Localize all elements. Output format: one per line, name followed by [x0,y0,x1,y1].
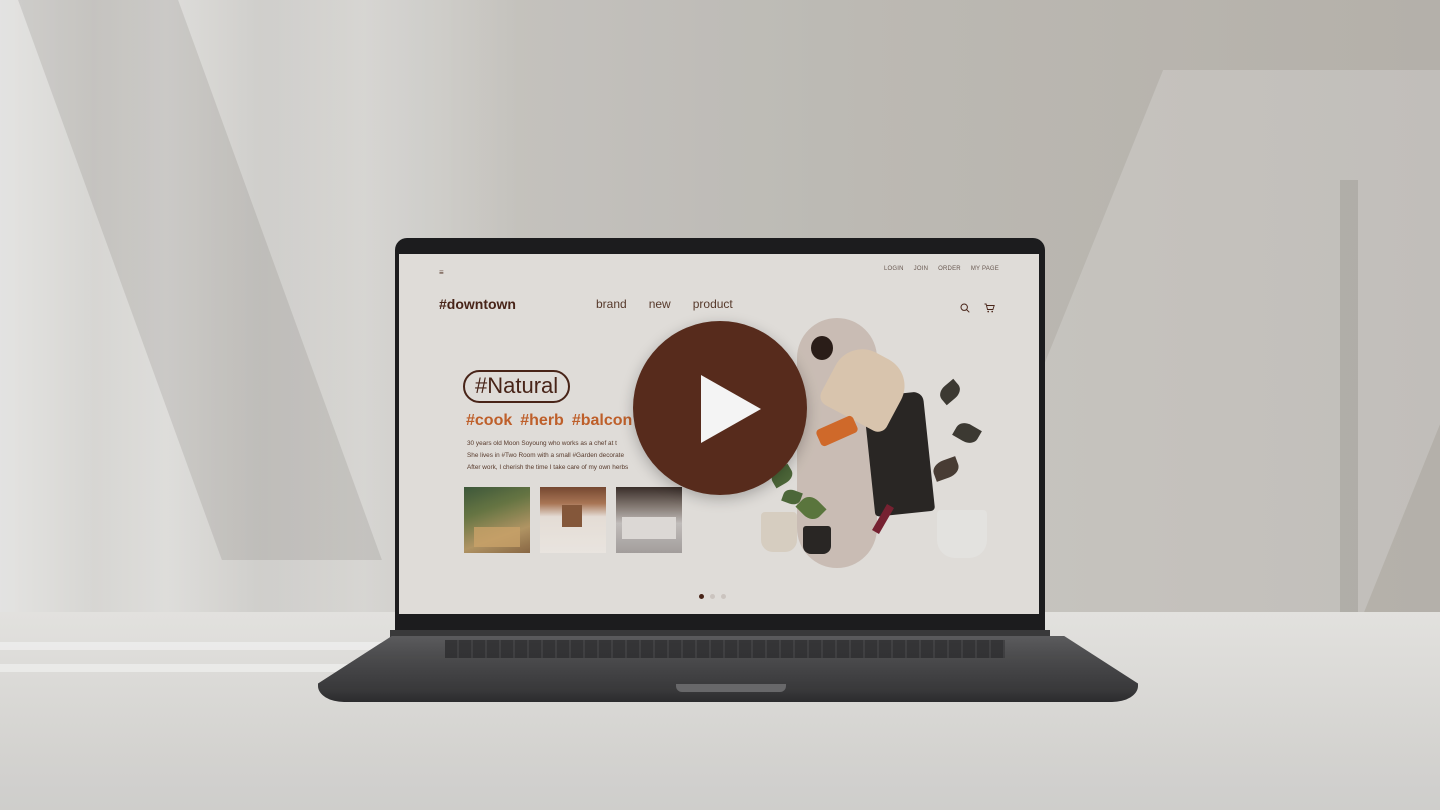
top-menu: LOGIN JOIN ORDER MY PAGE [884,266,999,272]
window-frame [1340,180,1358,620]
join-link[interactable]: JOIN [914,266,928,272]
plant-pot [937,510,987,558]
plant-pot [761,512,797,552]
nav-product[interactable]: product [693,297,733,311]
header-icons [960,300,995,318]
my-page-link[interactable]: MY PAGE [971,266,999,272]
nav-new[interactable]: new [649,297,671,311]
laptop-notch [676,684,786,692]
carousel-dot[interactable] [721,594,726,599]
carousel-dot[interactable] [699,594,704,599]
hero-tags: #cook #herb #balcon [466,412,640,430]
living-room-photo[interactable] [464,487,530,553]
play-icon [701,375,761,443]
search-icon[interactable] [960,300,970,318]
thumbnail-list [464,487,682,553]
tag-balcony[interactable]: #balcon [572,412,632,429]
main-nav: brand new product [596,297,733,311]
hamburger-menu-icon[interactable]: ≡ [439,268,444,277]
plant-leaf [936,378,964,406]
carousel-dots [699,594,726,599]
site-logo[interactable]: #downtown [439,296,516,312]
tag-cook[interactable]: #cook [466,412,512,429]
login-link[interactable]: LOGIN [884,266,904,272]
order-link[interactable]: ORDER [938,266,961,272]
person-figure [811,336,833,360]
bedroom-photo[interactable] [616,487,682,553]
cart-icon[interactable] [984,300,995,318]
kitchen-photo[interactable] [540,487,606,553]
play-button[interactable] [633,321,807,495]
hero-headline: #Natural [463,370,571,403]
plant-leaf [952,419,982,447]
laptop-keyboard [445,640,1005,658]
tag-herb[interactable]: #herb [520,412,564,429]
plant-leaf [930,456,962,482]
nav-brand[interactable]: brand [596,297,627,311]
plant-pot [803,526,831,554]
carousel-dot[interactable] [710,594,715,599]
